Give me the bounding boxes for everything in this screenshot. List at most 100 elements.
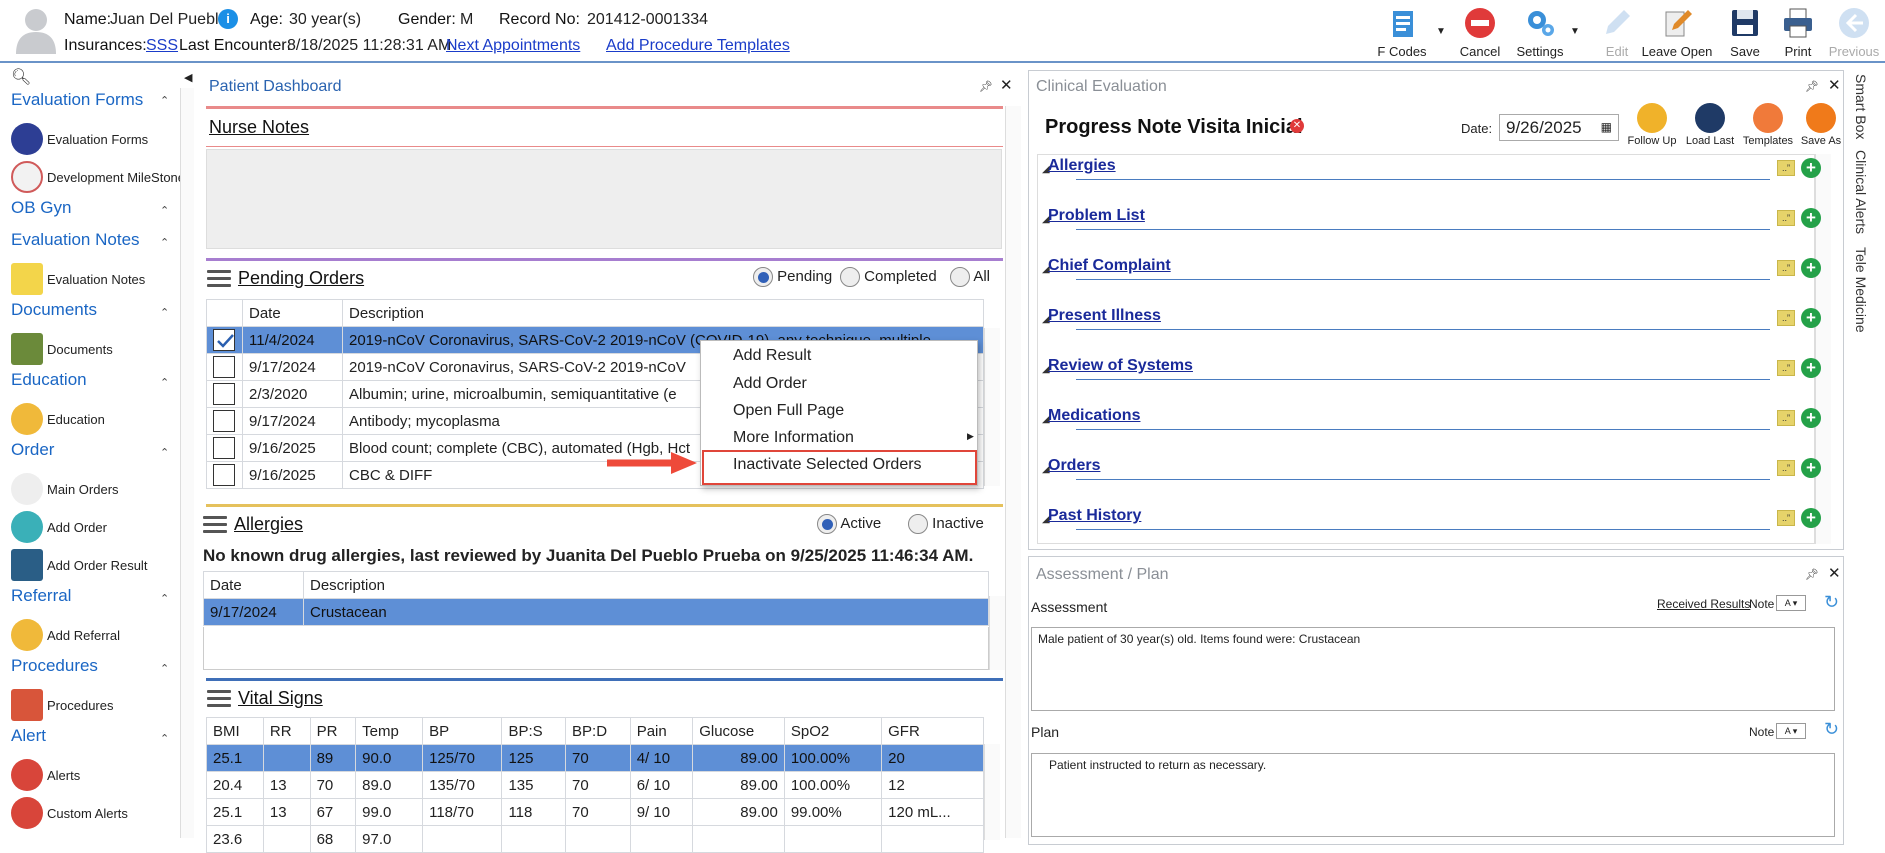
row-checkbox[interactable] <box>206 407 243 435</box>
section-past-history[interactable]: Past History <box>1048 507 1141 525</box>
collapse-sidebar-icon[interactable]: ◀ <box>184 71 192 84</box>
quote-icon[interactable]: ..” <box>1777 310 1795 326</box>
col-description[interactable]: Description <box>342 299 984 327</box>
sidebar-item-custom-alerts[interactable]: Custom Alerts <box>11 796 128 830</box>
section-order[interactable]: Order <box>11 440 54 460</box>
fcodes-dropdown-icon[interactable]: ▼ <box>1436 26 1446 37</box>
load-last-button[interactable]: Load Last <box>1681 103 1739 147</box>
checkbox[interactable] <box>213 464 235 486</box>
section-orders[interactable]: Orders <box>1048 457 1100 475</box>
orders-scrollbar[interactable] <box>984 328 1000 486</box>
row-checkbox[interactable] <box>206 461 243 489</box>
chevron-up-icon[interactable]: ⌃ <box>160 732 169 745</box>
section-chief-complaint[interactable]: Chief Complaint <box>1048 257 1171 275</box>
refresh-icon[interactable]: ↻ <box>1824 592 1839 613</box>
tab-clinical-alerts[interactable]: Clinical Alerts <box>1853 150 1869 234</box>
add-icon[interactable]: + <box>1801 358 1821 378</box>
section-documents[interactable]: Documents <box>11 300 97 320</box>
col-spo2[interactable]: SpO2 <box>783 717 883 745</box>
tab-tele-medicine[interactable]: Tele Medicine <box>1853 247 1869 333</box>
checkbox[interactable] <box>213 437 235 459</box>
insurance-link[interactable]: SSS <box>146 37 178 55</box>
section-present-illness[interactable]: Present Illness <box>1048 307 1161 325</box>
menu-item-add-order[interactable]: Add Order <box>733 375 807 393</box>
vitals-scrollbar[interactable] <box>984 744 1000 840</box>
fcodes-button[interactable]: F Codes <box>1370 4 1434 59</box>
chevron-up-icon[interactable]: ⌃ <box>160 376 169 389</box>
add-icon[interactable]: + <box>1801 208 1821 228</box>
table-row[interactable]: 20.4 13 70 89.0 135/70 135 70 6/ 10 89.0… <box>206 771 984 799</box>
sidebar-item-add-referral[interactable]: Add Referral <box>11 618 120 652</box>
quote-icon[interactable]: ..” <box>1777 260 1795 276</box>
next-appointments-link[interactable]: Next Appointments <box>446 37 580 55</box>
sidebar-item-education[interactable]: Education <box>11 402 105 436</box>
col-bmi[interactable]: BMI <box>206 717 264 745</box>
save-as-button[interactable]: Save As <box>1797 103 1845 147</box>
menu-item-open-full-page[interactable]: Open Full Page <box>733 402 844 420</box>
leave-open-button[interactable]: Leave Open <box>1640 4 1714 59</box>
cancel-button[interactable]: Cancel <box>1448 4 1512 59</box>
received-results-link[interactable]: Received Results <box>1657 597 1750 611</box>
table-row[interactable]: 25.1 13 67 99.0 118/70 118 70 9/ 10 89.0… <box>206 798 984 826</box>
chevron-up-icon[interactable]: ⌃ <box>160 592 169 605</box>
chevron-up-icon[interactable]: ⌃ <box>160 446 169 459</box>
chevron-up-icon[interactable]: ⌃ <box>160 662 169 675</box>
col-rr[interactable]: RR <box>262 717 311 745</box>
menu-item-add-result[interactable]: Add Result <box>733 347 811 365</box>
chevron-up-icon[interactable]: ⌃ <box>160 204 169 217</box>
section-education[interactable]: Education <box>11 370 87 390</box>
checkmark-icon[interactable] <box>213 329 235 351</box>
add-icon[interactable]: + <box>1801 308 1821 328</box>
col-description[interactable]: Description <box>303 571 989 599</box>
col-bps[interactable]: BP:S <box>501 717 567 745</box>
close-icon[interactable]: ✕ <box>1828 564 1841 582</box>
row-checkbox[interactable] <box>206 326 243 354</box>
menu-item-more-information[interactable]: More Information <box>733 429 854 447</box>
save-button[interactable]: Save <box>1717 4 1773 59</box>
section-evaluation-forms[interactable]: Evaluation Forms <box>11 90 143 110</box>
menu-icon[interactable] <box>207 270 231 288</box>
section-allergies[interactable]: Allergies <box>1048 157 1116 175</box>
dashboard-scrollbar[interactable] <box>1005 106 1021 838</box>
sidebar-item-development-milestones[interactable]: Development MileStones <box>11 160 192 194</box>
tab-smart-box[interactable]: Smart Box <box>1853 74 1869 139</box>
templates-button[interactable]: Templates <box>1740 103 1796 147</box>
info-icon[interactable]: i <box>218 9 238 29</box>
plan-format-dropdown[interactable]: A ▾ <box>1776 723 1806 739</box>
sidebar-item-procedures[interactable]: Procedures <box>11 688 113 722</box>
pin-icon[interactable]: 📌︎ <box>1805 568 1819 581</box>
table-row[interactable]: 25.1 89 90.0 125/70 125 70 4/ 10 89.00 1… <box>206 744 984 772</box>
date-input[interactable]: 9/26/2025 ▦ <box>1499 114 1619 141</box>
quote-icon[interactable]: ..” <box>1777 160 1795 176</box>
sidebar-item-add-order[interactable]: Add Order <box>11 510 107 544</box>
sidebar-item-evaluation-notes[interactable]: Evaluation Notes <box>11 262 145 296</box>
settings-dropdown-icon[interactable]: ▼ <box>1570 26 1580 37</box>
col-pain[interactable]: Pain <box>629 717 694 745</box>
close-icon[interactable]: ✕ <box>1828 76 1841 94</box>
quote-icon[interactable]: ..” <box>1777 460 1795 476</box>
plan-textarea[interactable]: Patient instructed to return as necessar… <box>1031 753 1835 837</box>
add-icon[interactable]: + <box>1801 408 1821 428</box>
allergies-scrollbar[interactable] <box>989 596 1005 670</box>
add-icon[interactable]: + <box>1801 158 1821 178</box>
col-pr[interactable]: PR <box>309 717 357 745</box>
follow-up-button[interactable]: Follow Up <box>1622 103 1682 147</box>
chevron-up-icon[interactable]: ⌃ <box>160 306 169 319</box>
sidebar-item-evaluation-forms[interactable]: Evaluation Forms <box>11 122 148 156</box>
quote-icon[interactable]: ..” <box>1777 360 1795 376</box>
radio-inactive[interactable]: Inactive <box>908 514 984 534</box>
nurse-notes-textarea[interactable] <box>206 149 1002 249</box>
refresh-icon[interactable]: ↻ <box>1824 719 1839 740</box>
section-ob-gyn[interactable]: OB Gyn <box>11 198 71 218</box>
menu-icon[interactable] <box>203 516 227 534</box>
radio-pending[interactable]: Pending <box>753 267 832 287</box>
row-checkbox[interactable] <box>206 380 243 408</box>
note-format-dropdown[interactable]: A ▾ <box>1776 595 1806 611</box>
section-referral[interactable]: Referral <box>11 586 71 606</box>
calendar-icon[interactable]: ▦ <box>1601 120 1612 134</box>
col-date[interactable]: Date <box>242 299 343 327</box>
assessment-textarea[interactable]: Male patient of 30 year(s) old. Items fo… <box>1031 627 1835 711</box>
col-date[interactable]: Date <box>203 571 304 599</box>
col-gfr[interactable]: GFR <box>881 717 984 745</box>
add-icon[interactable]: + <box>1801 458 1821 478</box>
